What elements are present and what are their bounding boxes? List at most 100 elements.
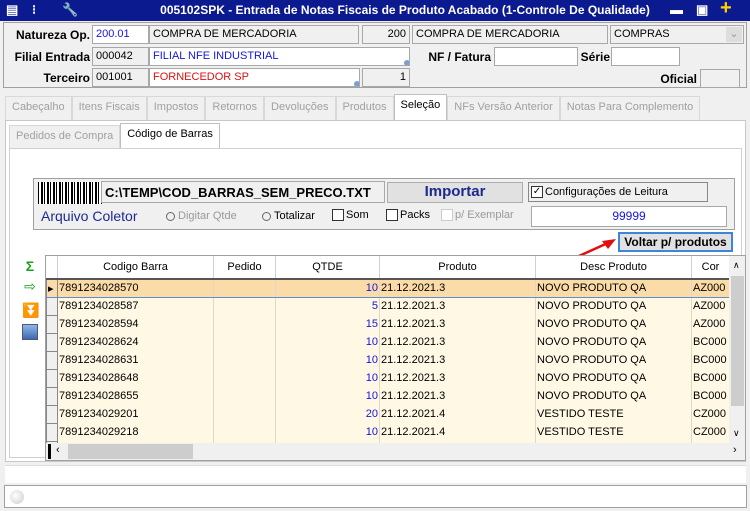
export-icon[interactable]: ⇨ <box>22 278 38 294</box>
table-row[interactable]: 7891234028655 10 21.12.2021.3 NOVO PRODUTO … <box>46 386 730 406</box>
cell-pedido[interactable] <box>213 423 276 441</box>
search-icon[interactable] <box>404 60 409 65</box>
tab-itens-fiscais[interactable]: Itens Fiscais <box>71 96 147 120</box>
cell-cor[interactable]: CZ000 <box>691 405 730 423</box>
cell-codigo-barra[interactable]: 7891234029201 <box>57 405 214 423</box>
tab-selecao[interactable]: Seleção <box>393 94 448 120</box>
table-row[interactable]: 7891234028624 10 21.12.2021.3 NOVO PRODUTO … <box>46 332 730 352</box>
table-row[interactable]: 7891234028648 10 21.12.2021.3 NOVO PRODUTO … <box>46 368 730 388</box>
cell-produto[interactable]: 21.12.2021.3 <box>379 297 536 315</box>
cell-qtde[interactable]: 5 <box>275 297 380 315</box>
cell-produto[interactable]: 21.12.2021.3 <box>379 369 536 387</box>
cell-qtde[interactable]: 10 <box>275 351 380 369</box>
row-indicator[interactable] <box>46 314 58 334</box>
cell-pedido[interactable] <box>213 297 276 315</box>
cell-cor[interactable]: AZ000 <box>691 297 730 315</box>
table-row[interactable]: 7891234029218 10 21.12.2021.4 VESTIDO TESTE… <box>46 422 730 442</box>
som-checkbox[interactable]: Som <box>332 209 369 222</box>
cell-produto[interactable]: 21.12.2021.4 <box>379 423 536 441</box>
cell-desc-produto[interactable]: VESTIDO TESTE <box>535 405 692 423</box>
cell-codigo-barra[interactable]: 7891234028587 <box>57 297 214 315</box>
cell-cor[interactable]: BC000 <box>691 369 730 387</box>
natureza-code-input[interactable]: 200.01 <box>92 25 149 44</box>
maximize-button[interactable]: ▣ <box>696 2 708 18</box>
cell-codigo-barra[interactable]: 7891234028655 <box>57 387 214 405</box>
tab-impostos[interactable]: Impostos <box>146 96 206 120</box>
h-scroll-thumb[interactable] <box>68 444 193 459</box>
config-leitura-checkbox[interactable]: ✓ Configurações de Leitura <box>528 182 708 202</box>
table-row[interactable]: 7891234029201 20 21.12.2021.4 VESTIDO TESTE… <box>46 404 730 424</box>
cell-cor[interactable]: BC000 <box>691 333 730 351</box>
cell-pedido[interactable] <box>213 369 276 387</box>
totalizar-radio[interactable]: Totalizar <box>262 210 315 222</box>
tab-retornos[interactable]: Retornos <box>205 96 265 120</box>
plus-icon[interactable]: + <box>720 0 732 20</box>
chevron-down-icon[interactable]: ⌄ <box>726 27 742 42</box>
search-icon[interactable] <box>354 81 359 86</box>
cell-desc-produto[interactable]: NOVO PRODUTO QA <box>535 297 692 315</box>
scroll-up-icon[interactable]: ∧ <box>733 260 740 271</box>
col-qtde[interactable]: QTDE <box>275 256 380 280</box>
count-field[interactable]: 99999 <box>531 206 727 227</box>
tipo-select[interactable]: COMPRAS ⌄ <box>610 25 744 44</box>
cell-pedido[interactable] <box>213 351 276 369</box>
cell-cor[interactable]: CZ000 <box>691 423 730 441</box>
filial-desc-input[interactable]: FILIAL NFE INDUSTRIAL <box>149 47 410 66</box>
cell-produto[interactable]: 21.12.2021.3 <box>379 333 536 351</box>
cell-codigo-barra[interactable]: 7891234029218 <box>57 423 214 441</box>
cell-pedido[interactable] <box>213 405 276 423</box>
cell-pedido[interactable] <box>213 315 276 333</box>
cell-desc-produto[interactable]: VESTIDO TESTE <box>535 423 692 441</box>
download-icon[interactable]: ⏬ <box>22 302 39 318</box>
col-cor[interactable]: Cor <box>691 256 730 280</box>
importar-button[interactable]: Importar <box>387 182 523 203</box>
packs-checkbox[interactable]: Packs <box>386 209 430 222</box>
file-path-field[interactable]: C:\TEMP\COD_BARRAS_SEM_PRECO.TXT <box>101 181 385 203</box>
vertical-scrollbar[interactable]: ∧ ∨ <box>729 256 745 443</box>
minimize-button[interactable]: ▬ <box>670 2 683 17</box>
row-indicator[interactable] <box>46 368 58 388</box>
col-desc-produto[interactable]: Desc Produto <box>535 256 692 280</box>
cell-qtde[interactable]: 10 <box>275 369 380 387</box>
cell-desc-produto[interactable]: NOVO PRODUTO QA <box>535 351 692 369</box>
cell-desc-produto[interactable]: NOVO PRODUTO QA <box>535 369 692 387</box>
cell-qtde[interactable]: 20 <box>275 405 380 423</box>
cell-produto[interactable]: 21.12.2021.3 <box>379 387 536 405</box>
scroll-left-icon[interactable]: ‹ <box>56 444 60 456</box>
tab-codigo-barras[interactable]: Código de Barras <box>120 123 220 149</box>
table-row[interactable]: 7891234028594 15 21.12.2021.3 NOVO PRODUTO … <box>46 314 730 334</box>
row-indicator[interactable] <box>46 332 58 352</box>
row-indicator[interactable] <box>46 350 58 370</box>
row-indicator[interactable]: ▸ <box>46 278 58 298</box>
tab-cabecalho[interactable]: Cabeçalho <box>5 96 72 120</box>
cell-cor[interactable]: AZ000 <box>691 278 730 298</box>
cell-codigo-barra[interactable]: 7891234028631 <box>57 351 214 369</box>
sum-icon[interactable]: Σ <box>22 258 38 274</box>
voltar-produtos-button[interactable]: Voltar p/ produtos <box>618 232 733 252</box>
table-row[interactable]: ▸ 7891234028570 10 21.12.2021.3 NOVO PRODUTO… <box>46 278 730 298</box>
cell-produto[interactable]: 21.12.2021.3 <box>379 278 536 298</box>
cell-produto[interactable]: 21.12.2021.3 <box>379 315 536 333</box>
row-indicator[interactable] <box>46 422 58 442</box>
cell-desc-produto[interactable]: NOVO PRODUTO QA <box>535 333 692 351</box>
cell-cor[interactable]: AZ000 <box>691 315 730 333</box>
tab-pedidos-compra[interactable]: Pedidos de Compra <box>9 125 121 149</box>
col-produto[interactable]: Produto <box>379 256 536 280</box>
cell-desc-produto[interactable]: NOVO PRODUTO QA <box>535 387 692 405</box>
cell-qtde[interactable]: 10 <box>275 278 380 298</box>
cell-codigo-barra[interactable]: 7891234028624 <box>57 333 214 351</box>
tab-produtos[interactable]: Produtos <box>335 96 394 120</box>
cell-produto[interactable]: 21.12.2021.3 <box>379 351 536 369</box>
horizontal-scrollbar[interactable]: ‹ › <box>46 443 745 460</box>
cell-cor[interactable]: BC000 <box>691 387 730 405</box>
tab-nfs-versao-anterior[interactable]: NFs Versão Anterior <box>447 96 560 120</box>
exemplar-checkbox[interactable]: p/ Exemplar <box>441 209 514 222</box>
terceiro-desc-input[interactable]: FORNECEDOR SP <box>149 68 360 87</box>
table-row[interactable]: 7891234028631 10 21.12.2021.3 NOVO PRODUTO … <box>46 350 730 370</box>
cell-pedido[interactable] <box>213 278 276 298</box>
cell-codigo-barra[interactable]: 7891234028648 <box>57 369 214 387</box>
cell-qtde[interactable]: 10 <box>275 333 380 351</box>
nf-input[interactable] <box>494 47 578 66</box>
cell-qtde[interactable]: 10 <box>275 387 380 405</box>
serie-input[interactable] <box>611 47 680 66</box>
